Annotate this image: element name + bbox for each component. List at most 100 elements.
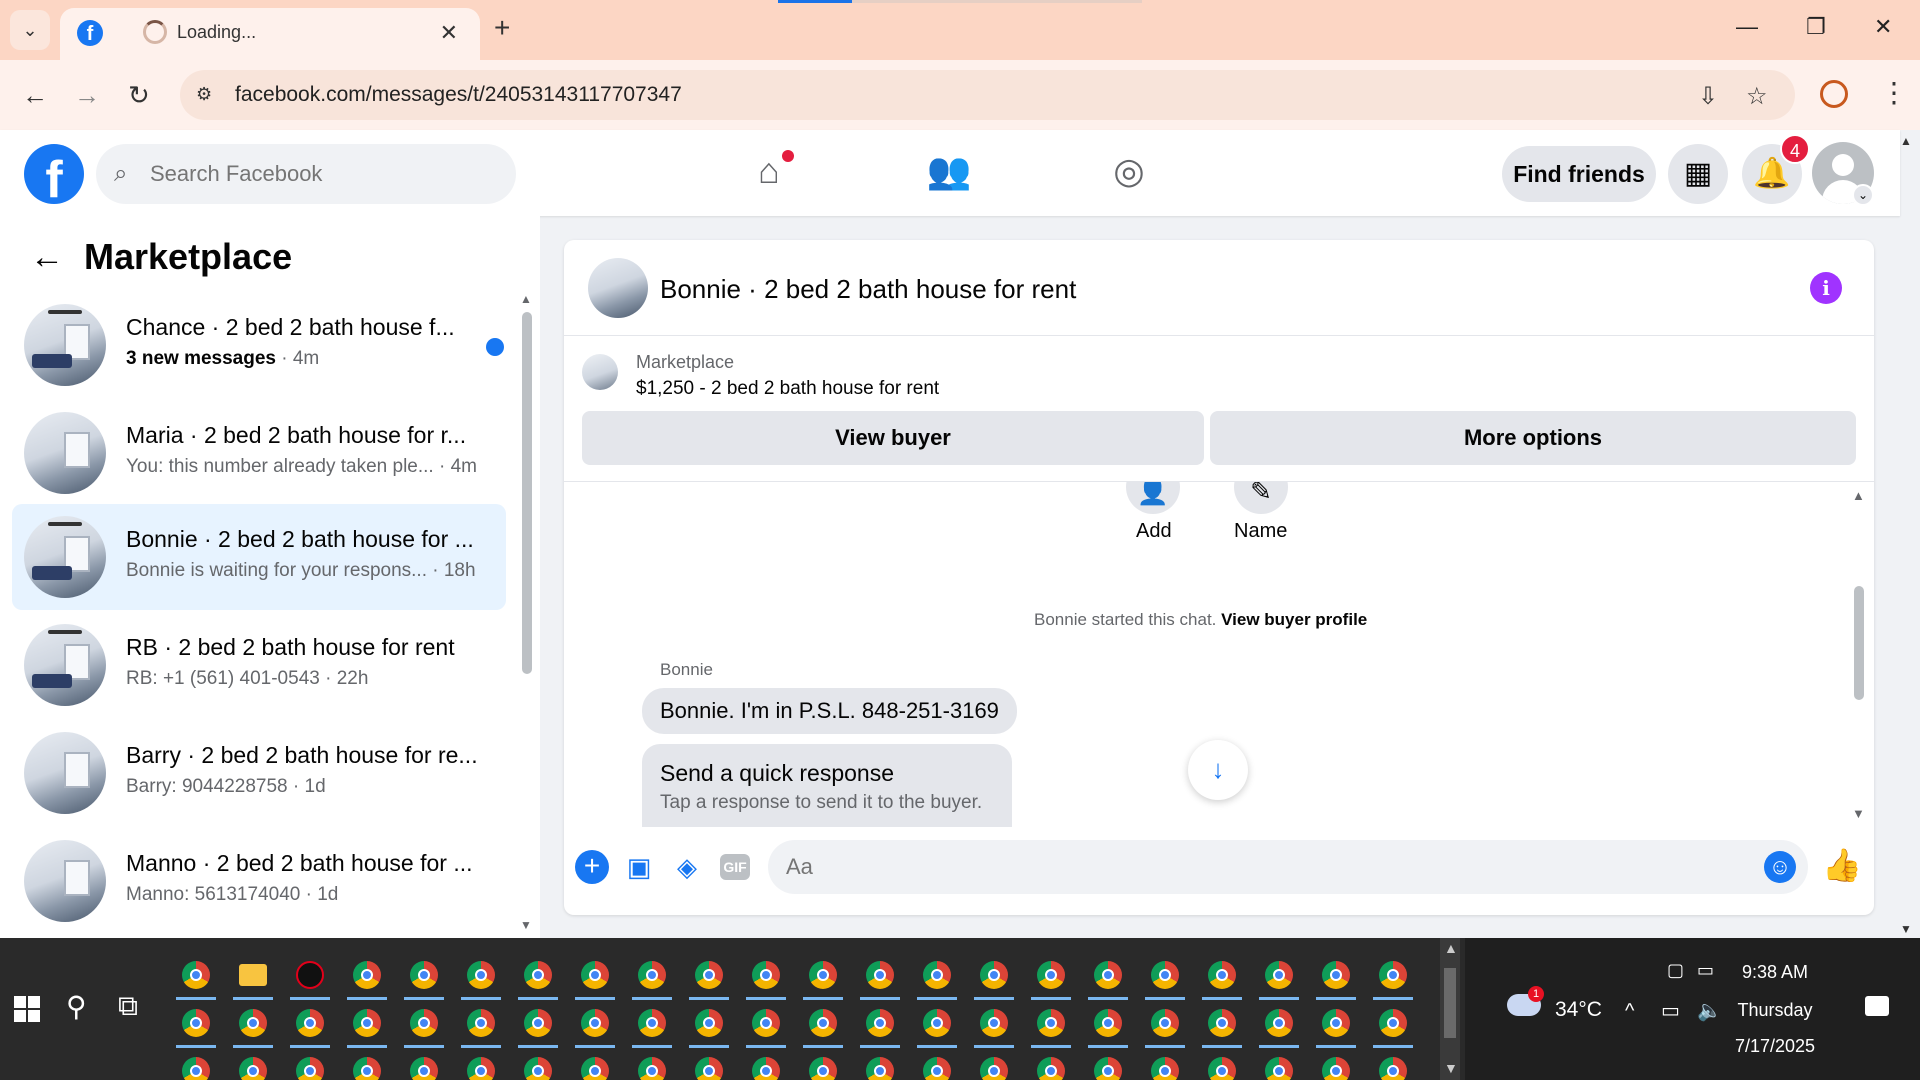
listing-price[interactable]: $1,250 - 2 bed 2 bath house for rent (636, 378, 939, 400)
conversation-item[interactable]: Chance · 2 bed 2 bath house f... 3 new m… (12, 292, 506, 398)
browser-tab[interactable]: f Loading... ✕ (60, 8, 480, 60)
chrome-window-icon[interactable] (1379, 1057, 1407, 1080)
conversation-item[interactable]: RB · 2 bed 2 bath house for rent RB: +1 … (12, 612, 506, 718)
chrome-window-icon[interactable] (1094, 961, 1122, 989)
chrome-window-icon[interactable] (866, 1057, 894, 1080)
chrome-window-icon[interactable] (752, 1057, 780, 1080)
chrome-window-icon[interactable] (1037, 1057, 1065, 1080)
chrome-window-icon[interactable] (182, 1009, 210, 1037)
chrome-window-icon[interactable] (353, 1009, 381, 1037)
sidebar-scrollbar[interactable] (522, 312, 532, 674)
chrome-window-icon[interactable] (239, 1057, 267, 1080)
chrome-window-icon[interactable] (410, 961, 438, 989)
groups-icon[interactable]: ◎ (1104, 150, 1154, 200)
chrome-window-icon[interactable] (1151, 961, 1179, 989)
chrome-window-icon[interactable] (752, 1009, 780, 1037)
clock-time[interactable]: 9:38 AM (1715, 962, 1835, 983)
chrome-window-icon[interactable] (1379, 1009, 1407, 1037)
scroll-to-bottom-icon[interactable]: ↓ (1188, 740, 1248, 800)
chrome-window-icon[interactable] (1094, 1057, 1122, 1080)
conversation-item[interactable]: Manno · 2 bed 2 bath house for ... Manno… (12, 828, 506, 934)
chrome-window-icon[interactable] (1322, 1057, 1350, 1080)
chrome-window-icon[interactable] (182, 961, 210, 989)
sidebar-scroll-down-icon[interactable]: ▼ (520, 918, 532, 932)
chrome-window-icon[interactable] (1265, 1057, 1293, 1080)
conversation-item[interactable]: Barry · 2 bed 2 bath house for re... Bar… (12, 720, 506, 826)
image-icon[interactable]: ▣ (622, 850, 656, 884)
chrome-window-icon[interactable] (353, 1057, 381, 1080)
chat-scroll-down-icon[interactable]: ▼ (1852, 806, 1865, 821)
reload-button[interactable]: ↻ (128, 80, 150, 111)
chrome-window-icon[interactable] (866, 961, 894, 989)
browser-menu-icon[interactable]: ⋮ (1880, 76, 1908, 109)
taskbar-scrollbar[interactable]: ▲ ▼ (1440, 938, 1460, 1080)
site-settings-icon[interactable]: ⚙ (196, 84, 218, 106)
emoji-icon[interactable]: ☺ (1764, 851, 1796, 883)
chrome-window-icon[interactable] (923, 1057, 951, 1080)
chrome-window-icon[interactable] (581, 1057, 609, 1080)
chrome-window-icon[interactable] (695, 1009, 723, 1037)
chrome-window-icon[interactable] (923, 961, 951, 989)
chrome-window-icon[interactable] (581, 961, 609, 989)
info-icon[interactable]: i (1810, 272, 1842, 304)
add-person-icon[interactable]: 👤 (1126, 482, 1180, 514)
chrome-window-icon[interactable] (980, 961, 1008, 989)
clock-day[interactable]: Thursday (1715, 1000, 1835, 1021)
find-friends-button[interactable]: Find friends (1502, 146, 1656, 202)
back-arrow-icon[interactable]: ← (30, 238, 64, 277)
chrome-window-icon[interactable] (638, 961, 666, 989)
friends-icon[interactable]: 👥 (924, 150, 974, 200)
chat-scrollbar[interactable] (1854, 586, 1864, 700)
back-button[interactable]: ← (22, 80, 48, 111)
search-input[interactable] (150, 158, 490, 190)
file-explorer-icon[interactable] (239, 964, 267, 986)
restore-button[interactable]: ❐ (1806, 14, 1826, 40)
close-window-button[interactable]: ✕ (1874, 14, 1892, 40)
meet-now-icon[interactable]: ▢ (1667, 960, 1684, 981)
chrome-window-icon[interactable] (1265, 1009, 1293, 1037)
edit-name-icon[interactable]: ✎ (1234, 482, 1288, 514)
windows-start-icon[interactable] (14, 996, 40, 1022)
gif-icon[interactable]: GIF (720, 854, 750, 880)
chrome-window-icon[interactable] (1094, 1009, 1122, 1037)
chrome-window-icon[interactable] (1037, 1009, 1065, 1037)
chrome-window-icon[interactable] (524, 1057, 552, 1080)
chrome-window-icon[interactable] (1265, 961, 1293, 989)
chrome-window-icon[interactable] (296, 1009, 324, 1037)
chrome-window-icon[interactable] (1151, 1057, 1179, 1080)
action-center-icon[interactable] (1865, 996, 1889, 1016)
chrome-window-icon[interactable] (638, 1057, 666, 1080)
search-icon[interactable]: ⚲ (66, 990, 87, 1023)
chrome-window-icon[interactable] (296, 1057, 324, 1080)
facebook-search[interactable]: ⌕ (96, 144, 516, 204)
message-input[interactable] (768, 840, 1808, 894)
app-icon[interactable] (296, 961, 324, 989)
sticker-icon[interactable]: ◈ (670, 850, 704, 884)
chevron-up-icon[interactable]: ^ (1625, 1000, 1634, 1023)
chrome-window-icon[interactable] (410, 1009, 438, 1037)
chat-title[interactable]: Bonnie · 2 bed 2 bath house for rent (660, 274, 1076, 305)
view-buyer-profile-link[interactable]: View buyer profile (1221, 610, 1367, 629)
battery-icon[interactable]: ▭ (1697, 960, 1714, 981)
chrome-window-icon[interactable] (809, 961, 837, 989)
menu-grid-icon[interactable]: ▦ (1668, 144, 1728, 204)
chat-scroll-up-icon[interactable]: ▲ (1852, 488, 1865, 503)
thumbs-up-icon[interactable]: 👍 (1822, 846, 1862, 884)
new-tab-button[interactable]: + (494, 12, 510, 44)
account-chevron-icon[interactable]: ⌄ (1852, 184, 1874, 206)
chrome-window-icon[interactable] (809, 1009, 837, 1037)
chrome-window-icon[interactable] (410, 1057, 438, 1080)
sidebar-scroll-up-icon[interactable]: ▲ (520, 292, 532, 306)
chrome-window-icon[interactable] (695, 961, 723, 989)
chrome-window-icon[interactable] (1208, 961, 1236, 989)
chrome-window-icon[interactable] (467, 961, 495, 989)
chrome-window-icon[interactable] (1322, 961, 1350, 989)
chrome-window-icon[interactable] (695, 1057, 723, 1080)
temperature[interactable]: 34°C (1555, 998, 1602, 1022)
chrome-window-icon[interactable] (239, 1009, 267, 1037)
message-bubble[interactable]: Bonnie. I'm in P.S.L. 848-251-3169 (642, 688, 1017, 734)
task-view-icon[interactable]: ⧉ (118, 990, 138, 1023)
view-buyer-button[interactable]: View buyer (582, 411, 1204, 465)
more-options-button[interactable]: More options (1210, 411, 1856, 465)
chrome-window-icon[interactable] (581, 1009, 609, 1037)
